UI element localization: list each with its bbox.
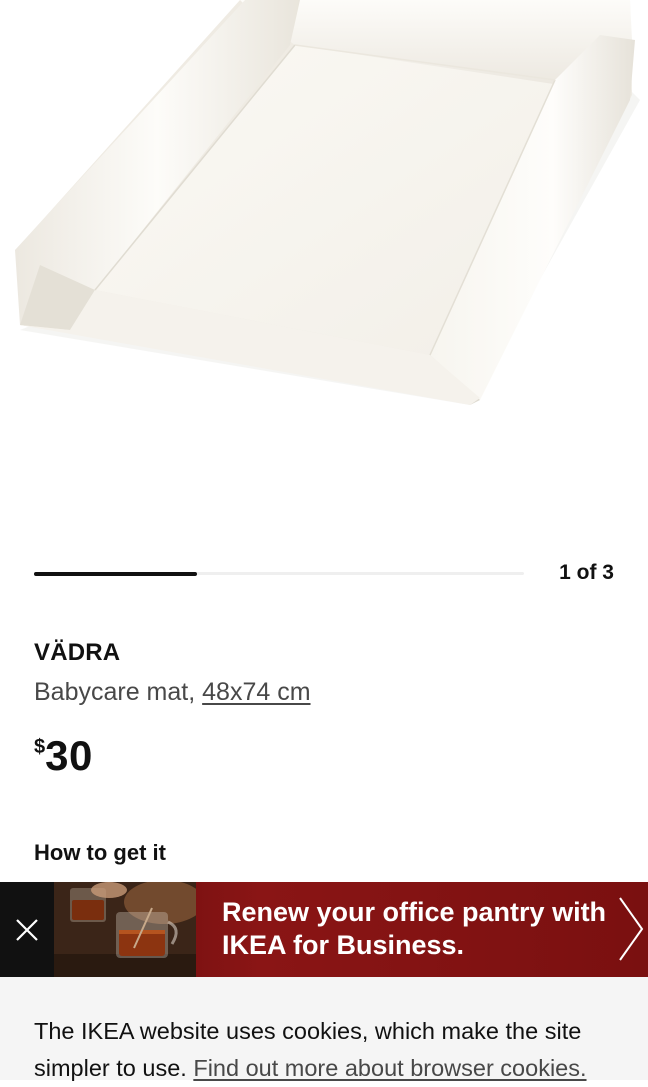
product-description: Babycare mat, 48x74 cm [34, 678, 311, 707]
babycare-mat-illustration [15, 0, 640, 405]
carousel-counter: 1 of 3 [559, 561, 614, 584]
promo-image [54, 882, 196, 977]
cookie-notice: The IKEA website uses cookies, which mak… [0, 977, 648, 1081]
close-icon [16, 918, 38, 941]
product-name: VÄDRA [34, 639, 121, 666]
carousel-progress-bar[interactable] [34, 571, 524, 576]
promo-close-button[interactable] [0, 882, 54, 977]
how-to-get-it-heading: How to get it [34, 840, 166, 865]
tea-glasses-photo [54, 882, 196, 977]
product-size-link[interactable]: 48x74 cm [202, 678, 310, 706]
cookie-text: The IKEA website uses cookies, which mak… [34, 1013, 634, 1087]
chevron-right-icon[interactable] [616, 896, 646, 962]
carousel-progress-fill [34, 571, 198, 576]
cookie-info-link[interactable]: Find out more about browser cookies. [193, 1055, 586, 1081]
product-price: $30 [34, 732, 93, 780]
price-currency: $ [34, 736, 46, 758]
promo-text[interactable]: Renew your office pantry with IKEA for B… [222, 896, 617, 962]
promo-banner[interactable]: Renew your office pantry with IKEA for B… [0, 882, 648, 977]
product-type: Babycare mat, [34, 678, 196, 706]
product-image[interactable] [0, 0, 648, 520]
price-amount: 30 [45, 732, 93, 779]
